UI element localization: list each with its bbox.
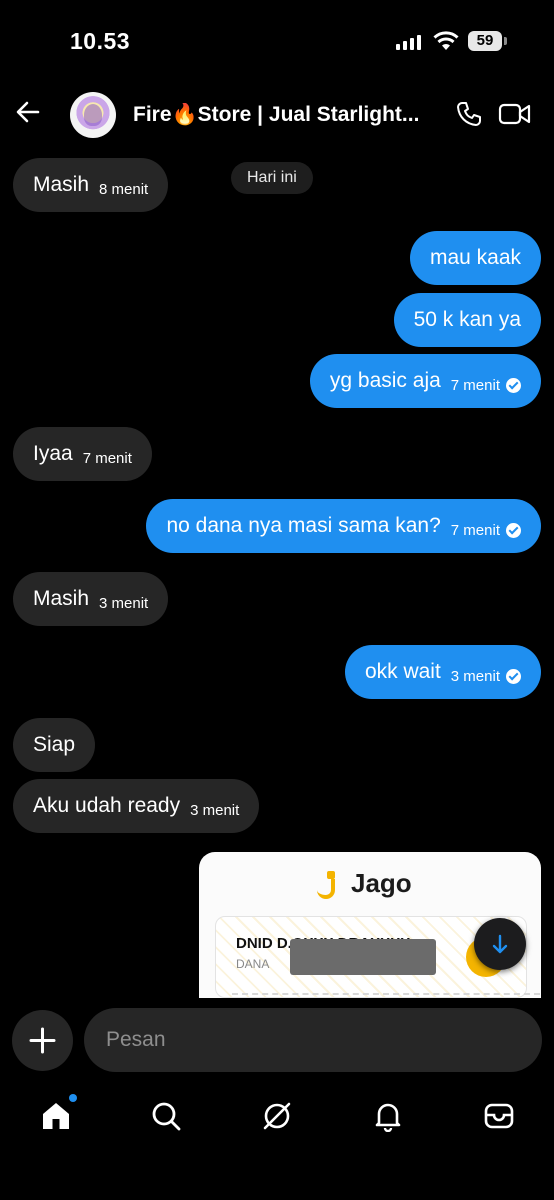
message-text: okk wait (364, 660, 441, 683)
scroll-down-button[interactable] (474, 918, 526, 970)
chat-title[interactable]: Fire🔥Store | Jual Starlight... (133, 103, 433, 127)
message-time: 7 menit (82, 449, 132, 467)
read-check-icon (506, 377, 521, 393)
bottom-nav (0, 1090, 554, 1150)
battery-indicator: 59 (468, 31, 502, 51)
nav-notifications[interactable] (363, 1090, 413, 1140)
back-arrow-icon[interactable] (14, 98, 42, 126)
message-text: Iyaa (33, 442, 73, 465)
message-text: no dana nya masi sama kan? (166, 514, 441, 537)
inbox-icon (484, 1103, 514, 1129)
signal-icon (396, 34, 424, 50)
wifi-icon (433, 31, 459, 50)
message-incoming[interactable]: Siap (13, 718, 96, 772)
nav-inbox[interactable] (474, 1090, 524, 1140)
avatar[interactable] (70, 92, 116, 138)
video-icon[interactable] (498, 102, 532, 126)
notification-dot (69, 1094, 77, 1102)
bell-icon (375, 1103, 401, 1132)
message-text: yg basic aja (329, 369, 441, 392)
arrow-down-icon (492, 934, 508, 954)
message-outgoing[interactable]: yg basic aja 7 menit (309, 354, 541, 408)
message-time: 3 menit (190, 801, 240, 819)
dashed-divider (232, 993, 540, 995)
message-time: 7 menit (450, 376, 500, 394)
nav-home[interactable] (31, 1090, 81, 1140)
message-time: 3 menit (450, 667, 500, 685)
message-time: 3 menit (99, 594, 149, 612)
message-text: Masih (33, 173, 90, 196)
message-incoming[interactable]: Masih 8 menit (13, 158, 169, 212)
read-check-icon (506, 668, 521, 684)
status-bar: 10.53 59 (0, 0, 554, 80)
jago-mark-icon (317, 870, 339, 899)
message-text: Siap (33, 733, 76, 756)
message-text: Aku udah ready (33, 794, 181, 817)
jago-logo: Jago (317, 868, 412, 899)
message-time: 8 menit (99, 180, 149, 198)
chat-header: Fire🔥Store | Jual Starlight... (0, 84, 554, 144)
message-outgoing[interactable]: 50 k kan ya (393, 293, 541, 347)
day-divider: Hari ini (231, 162, 313, 194)
message-outgoing[interactable]: mau kaak (409, 231, 541, 285)
message-incoming[interactable]: Masih 3 menit (13, 572, 169, 626)
message-text: mau kaak (429, 246, 521, 269)
plus-icon (29, 1027, 56, 1054)
status-time: 10.53 (70, 28, 131, 54)
add-attachment-button[interactable] (12, 1010, 73, 1071)
search-icon (152, 1102, 181, 1131)
message-incoming[interactable]: Aku udah ready 3 menit (13, 779, 260, 833)
message-time: 7 menit (450, 521, 500, 539)
nav-search[interactable] (141, 1090, 191, 1140)
message-text: 50 k kan ya (413, 308, 521, 331)
message-outgoing[interactable]: okk wait 3 menit (344, 645, 541, 699)
battery-tip (504, 37, 507, 45)
receipt-bank: DANA (236, 957, 270, 971)
home-icon (43, 1103, 69, 1129)
nav-explore[interactable] (252, 1090, 302, 1140)
message-outgoing[interactable]: no dana nya masi sama kan? 7 menit (146, 499, 541, 553)
message-input[interactable] (84, 1008, 542, 1072)
redaction-block (290, 939, 436, 975)
message-text: Masih (33, 587, 90, 610)
message-incoming[interactable]: Iyaa 7 menit (13, 427, 152, 481)
phone-icon[interactable] (455, 100, 483, 128)
read-check-icon (506, 522, 521, 538)
explore-icon (263, 1102, 291, 1130)
jago-brand: Jago (351, 868, 412, 898)
